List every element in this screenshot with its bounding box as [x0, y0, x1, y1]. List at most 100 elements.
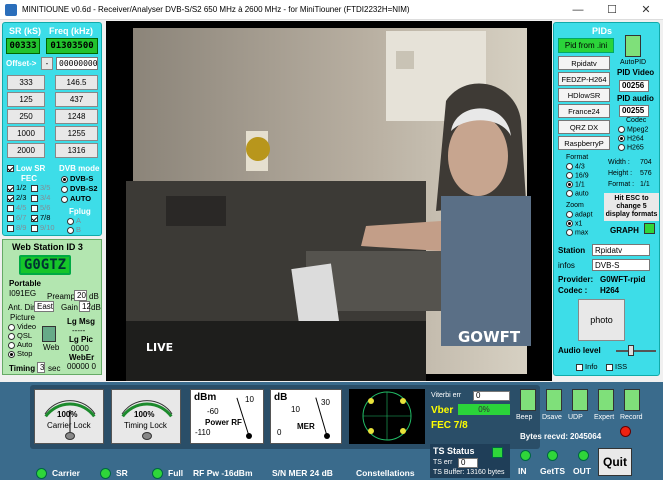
- zoom-option[interactable]: x1: [566, 220, 582, 227]
- height-label: Height :: [608, 170, 633, 177]
- gain-input[interactable]: 12: [79, 301, 91, 312]
- picture-option[interactable]: Auto: [8, 340, 32, 349]
- format-option[interactable]: 16/9: [566, 172, 589, 179]
- freq-value[interactable]: 01303500: [46, 38, 98, 54]
- fec-option-label: 4/5: [16, 203, 27, 212]
- fec-option[interactable]: 7/8: [31, 213, 50, 222]
- dvb-mode-option[interactable]: AUTO: [61, 194, 91, 203]
- picture-option[interactable]: Video: [8, 322, 36, 331]
- weber-label: WebEr: [69, 353, 95, 362]
- sr-preset-button[interactable]: 333: [7, 75, 45, 90]
- toggle-switch[interactable]: [624, 389, 640, 411]
- quit-button[interactable]: Quit: [598, 448, 632, 476]
- audio-slider-thumb[interactable]: [628, 345, 634, 356]
- photo-button[interactable]: photo: [578, 299, 625, 341]
- maximize-button[interactable]: ☐: [595, 1, 629, 19]
- graph-toggle[interactable]: [644, 223, 655, 234]
- format-option-label: 1/1: [575, 181, 585, 189]
- channel-button[interactable]: HDlowSR: [558, 88, 610, 102]
- picture-option[interactable]: Stop: [8, 349, 32, 358]
- lg-msg-label: Lg Msg: [67, 317, 95, 326]
- format-option[interactable]: auto: [566, 190, 589, 197]
- dvb-mode-label: AUTO: [70, 194, 92, 203]
- infos-input[interactable]: DVB-S: [592, 259, 650, 271]
- info-checkbox[interactable]: Info: [576, 362, 598, 371]
- channel-button[interactable]: Rpidatv: [558, 56, 610, 70]
- ant-dir-input[interactable]: East: [34, 301, 54, 312]
- fplug-b[interactable]: B: [67, 225, 81, 234]
- bytes-value: 2045064: [570, 432, 602, 441]
- fec-option[interactable]: 3/4: [31, 193, 50, 202]
- format-option-label: 4/3: [575, 163, 585, 171]
- station-input[interactable]: Rpidatv: [592, 244, 650, 256]
- fec-option[interactable]: 5/6: [31, 203, 50, 212]
- fec-option[interactable]: 6/7: [7, 213, 26, 222]
- video-display[interactable]: LIVE GOWFT: [106, 21, 552, 381]
- bytes-label: Bytes recvd:: [520, 432, 569, 441]
- sr-preset-button[interactable]: 1000: [7, 126, 45, 141]
- fec-option[interactable]: 2/3: [7, 193, 26, 202]
- format-option[interactable]: 1/1: [566, 181, 585, 188]
- pid-video-input[interactable]: 00256: [619, 80, 649, 92]
- pid-audio-input[interactable]: 00255: [619, 105, 649, 117]
- web-switch[interactable]: [42, 326, 56, 342]
- autopid-switch[interactable]: [625, 35, 641, 57]
- zoom-option-label: adapt: [575, 211, 593, 219]
- sr-value[interactable]: 00333: [6, 38, 40, 54]
- codec-label: Codec: [626, 117, 647, 124]
- live-overlay: LIVE: [146, 341, 173, 354]
- format-option-label: 16/9: [575, 172, 589, 180]
- freq-preset-button[interactable]: 1255: [55, 126, 98, 141]
- codec-option[interactable]: H264: [618, 135, 644, 142]
- codec-option-label: H264: [627, 135, 644, 143]
- minimize-button[interactable]: —: [561, 1, 595, 19]
- fec-option[interactable]: 3/5: [31, 183, 50, 192]
- sr-preset-button[interactable]: 2000: [7, 143, 45, 158]
- codec-option[interactable]: H265: [618, 144, 644, 151]
- toggle-switch[interactable]: [572, 389, 588, 411]
- offset-minus-button[interactable]: -: [41, 57, 53, 70]
- toggle-switch[interactable]: [546, 389, 562, 411]
- video-frame: LIVE GOWFT: [119, 21, 541, 381]
- freq-preset-button[interactable]: 1248: [55, 109, 98, 124]
- audio-slider-track: [616, 350, 656, 352]
- fplug-a[interactable]: A: [67, 216, 81, 225]
- zoom-option[interactable]: adapt: [566, 211, 593, 218]
- pid-from-ini-button[interactable]: Pid from .ini: [558, 38, 614, 53]
- picture-option[interactable]: QSL: [8, 331, 32, 340]
- channel-button[interactable]: France24: [558, 104, 610, 118]
- freq-preset-button[interactable]: 1316: [55, 143, 98, 158]
- toggle-switch[interactable]: [520, 389, 536, 411]
- sr-preset-button[interactable]: 125: [7, 92, 45, 107]
- freq-preset-button[interactable]: 437: [55, 92, 98, 107]
- close-button[interactable]: ✕: [629, 1, 663, 19]
- timing-input[interactable]: 3: [37, 362, 45, 373]
- fec-option[interactable]: 9/10: [31, 223, 55, 232]
- power-meter: dBm -60 10 -110 Power RF: [190, 389, 264, 444]
- height-value: 576: [640, 170, 652, 177]
- app-icon: [5, 4, 17, 16]
- low-sr-option[interactable]: Low SR: [7, 164, 45, 173]
- iss-checkbox-label: ISS: [615, 362, 628, 371]
- freq-preset-button[interactable]: 146.5: [55, 75, 98, 90]
- sr-preset-button[interactable]: 250: [7, 109, 45, 124]
- format-option[interactable]: 4/3: [566, 163, 585, 170]
- preamp-input[interactable]: 20: [74, 290, 87, 301]
- channel-button[interactable]: RaspberryP: [558, 136, 610, 150]
- toggle-switch[interactable]: [598, 389, 614, 411]
- in-led: [520, 450, 531, 461]
- fec-option[interactable]: 8/9: [7, 223, 26, 232]
- channel-button[interactable]: FEDZP-H264: [558, 72, 610, 86]
- codec-option[interactable]: Mpeg2: [618, 126, 648, 133]
- fec-option[interactable]: 4/5: [7, 203, 26, 212]
- codec-option-label: Mpeg2: [627, 126, 649, 134]
- dvb-mode-option[interactable]: DVB-S: [61, 174, 93, 183]
- offset-input[interactable]: 00000000: [56, 57, 98, 70]
- locator: I091EG: [9, 289, 37, 298]
- fec-option[interactable]: 1/2: [7, 183, 26, 192]
- fec-label: FEC: [21, 174, 37, 183]
- dvb-mode-option[interactable]: DVB-S2: [61, 184, 98, 193]
- iss-checkbox[interactable]: ISS: [606, 362, 627, 371]
- zoom-option[interactable]: max: [566, 229, 588, 236]
- channel-button[interactable]: QRZ DX: [558, 120, 610, 134]
